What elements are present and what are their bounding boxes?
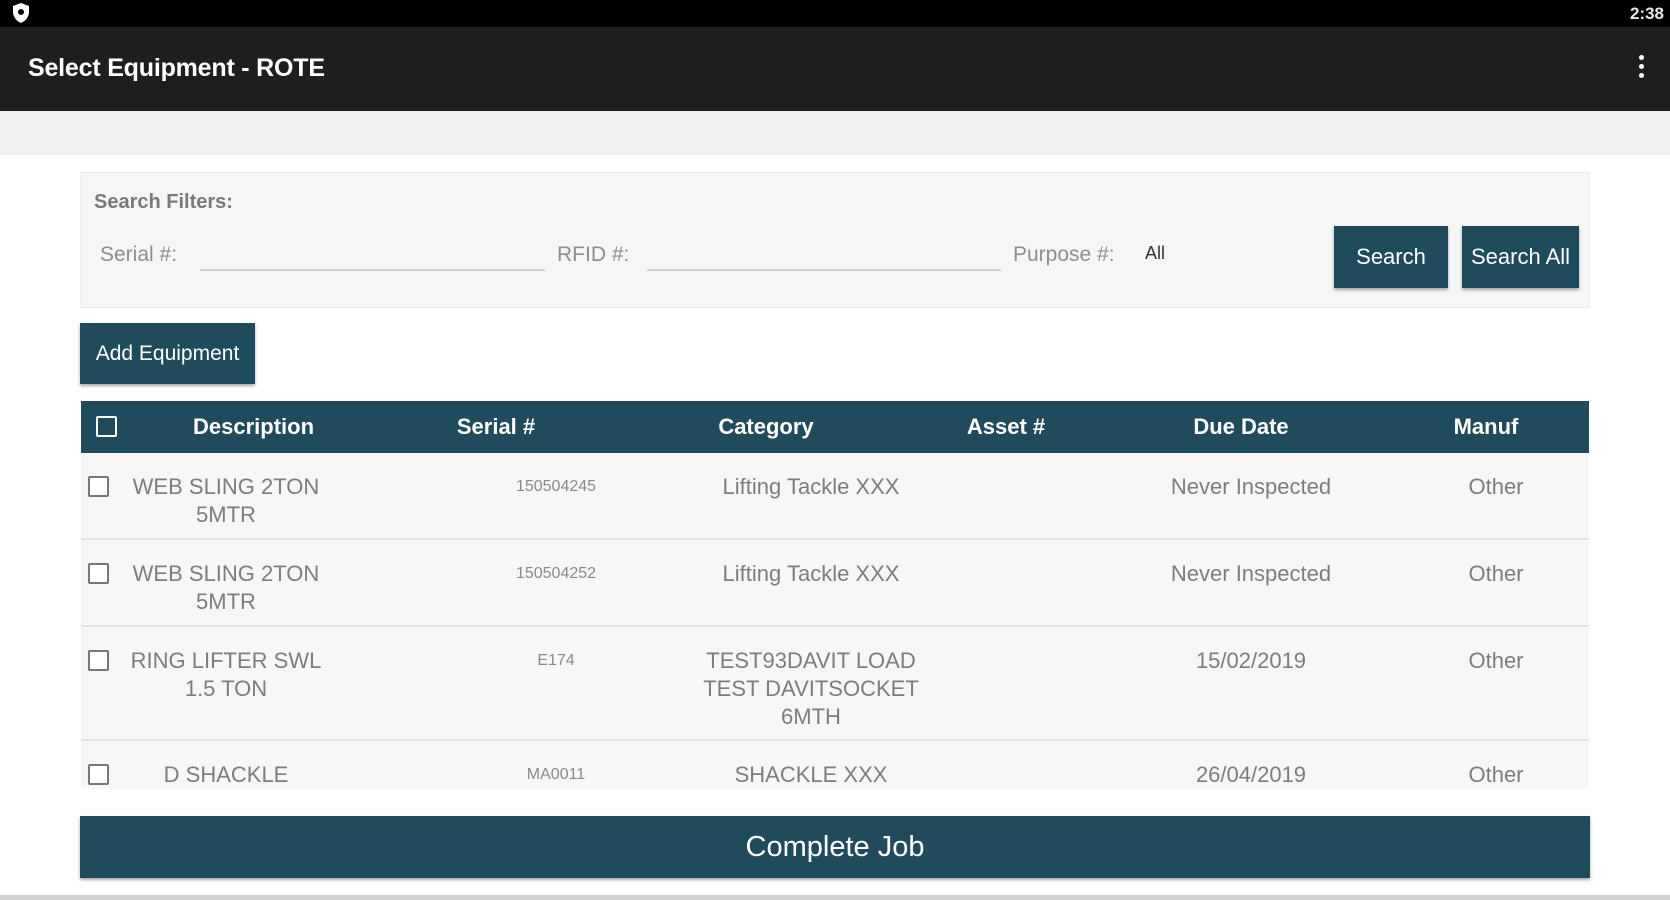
cell-serial: 150504245 — [515, 478, 597, 495]
row-checkbox[interactable] — [88, 563, 109, 584]
serial-input[interactable] — [200, 233, 545, 271]
page-title: Select Equipment - ROTE — [28, 54, 325, 82]
cell-description: RING LIFTER SWL 1.5 TON — [130, 648, 322, 701]
add-equipment-button[interactable]: Add Equipment — [80, 323, 255, 384]
bottom-divider — [0, 895, 1670, 900]
equipment-table-body[interactable]: WEB SLING 2TON 5MTR 150504245 Lifting Ta… — [81, 453, 1589, 789]
column-header-description[interactable]: Description — [161, 401, 346, 453]
cell-serial: 150504252 — [515, 565, 597, 582]
cell-category: SHACKLE XXX — [734, 762, 888, 787]
cell-category: Lifting Tackle XXX — [722, 561, 900, 586]
cell-serial: E174 — [537, 652, 575, 669]
rfid-label: RFID #: — [557, 243, 630, 266]
row-checkbox[interactable] — [88, 764, 109, 785]
cell-due-date: 15/02/2019 — [1195, 648, 1307, 673]
shield-icon — [13, 3, 29, 23]
table-row[interactable]: RING LIFTER SWL 1.5 TON E174 TEST93DAVIT… — [81, 627, 1589, 741]
cell-serial: MA0011 — [526, 766, 586, 783]
select-all-checkbox[interactable] — [96, 416, 117, 437]
column-header-serial[interactable]: Serial # — [421, 401, 571, 453]
search-filters-title: Search Filters: — [94, 191, 233, 213]
cell-description: WEB SLING 2TON 5MTR — [132, 561, 320, 614]
row-checkbox[interactable] — [88, 476, 109, 497]
cell-manuf: Other — [1468, 648, 1524, 673]
column-header-due-date[interactable]: Due Date — [1161, 401, 1321, 453]
status-time: 2:38 — [1629, 4, 1664, 23]
search-all-button[interactable]: Search All — [1462, 226, 1579, 288]
equipment-table-header: Description Serial # Category Asset # Du… — [81, 401, 1589, 453]
rfid-input[interactable] — [647, 233, 1001, 271]
column-header-asset[interactable]: Asset # — [941, 401, 1071, 453]
column-header-category[interactable]: Category — [681, 401, 851, 453]
row-checkbox[interactable] — [88, 650, 109, 671]
table-row[interactable]: WEB SLING 2TON 5MTR 150504245 Lifting Ta… — [81, 453, 1589, 540]
cell-manuf: Other — [1468, 474, 1524, 499]
table-row[interactable]: WEB SLING 2TON 5MTR 150504252 Lifting Ta… — [81, 540, 1589, 627]
status-bar: 2:38 — [0, 0, 1670, 27]
complete-job-button[interactable]: Complete Job — [80, 816, 1590, 878]
cell-manuf: Other — [1468, 762, 1524, 787]
cell-description: D SHACKLE — [163, 762, 289, 787]
cell-category: Lifting Tackle XXX — [722, 474, 900, 499]
purpose-label: Purpose #: — [1013, 243, 1115, 266]
search-filters-panel: Search Filters: Serial #: RFID #: Purpos… — [80, 172, 1590, 308]
cell-due-date: Never Inspected — [1170, 474, 1332, 499]
search-button[interactable]: Search — [1334, 226, 1448, 288]
header-divider-strip — [0, 111, 1670, 155]
cell-category: TEST93DAVIT LOAD TEST DAVITSOCKET 6MTH — [703, 648, 919, 729]
cell-description: WEB SLING 2TON 5MTR — [132, 474, 320, 527]
cell-manuf: Other — [1468, 561, 1524, 586]
app-bar: Select Equipment - ROTE — [0, 27, 1670, 111]
table-row[interactable]: D SHACKLE MA0011 SHACKLE XXX 26/04/2019 … — [81, 741, 1589, 789]
column-header-manuf[interactable]: Manuf — [1431, 401, 1541, 453]
cell-due-date: 26/04/2019 — [1195, 762, 1307, 787]
purpose-select-value: All — [1145, 243, 1166, 263]
cell-due-date: Never Inspected — [1170, 561, 1332, 586]
serial-label: Serial #: — [100, 243, 178, 266]
overflow-menu-icon[interactable] — [1634, 55, 1648, 85]
